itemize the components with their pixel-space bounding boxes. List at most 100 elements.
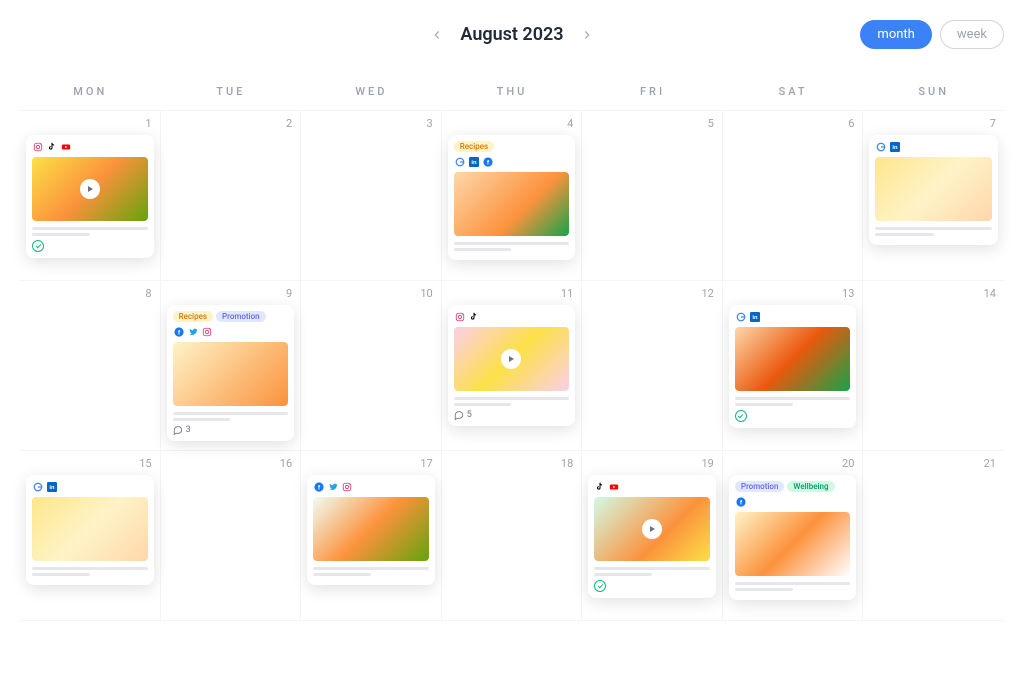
calendar-cell[interactable]: 11 5 — [442, 281, 583, 451]
youtube-icon — [608, 481, 620, 493]
calendar-cell[interactable]: 13in — [723, 281, 864, 451]
text-placeholder — [875, 227, 992, 236]
post-thumbnail — [454, 172, 570, 236]
calendar-cell[interactable]: 12 — [582, 281, 723, 451]
date-number: 4 — [567, 117, 573, 130]
calendar-cell[interactable]: 4 Recipes inf — [442, 111, 583, 281]
google-icon — [735, 311, 747, 323]
post-thumbnail — [32, 497, 148, 561]
calendar-cell[interactable]: 18 — [442, 451, 583, 621]
date-number: 6 — [848, 117, 854, 130]
date-number: 11 — [561, 287, 573, 300]
tiktok-icon — [46, 141, 58, 153]
calendar-cell[interactable]: 3 — [301, 111, 442, 281]
approved-icon — [735, 410, 747, 422]
facebook-icon: f — [735, 496, 747, 508]
svg-text:in: in — [471, 160, 477, 166]
date-number: 19 — [701, 457, 713, 470]
linkedin-icon: in — [889, 141, 901, 153]
day-sun: SUN — [863, 85, 1004, 98]
date-number: 9 — [286, 287, 292, 300]
date-number: 1 — [145, 117, 151, 130]
calendar-cell[interactable]: 9 RecipesPromotion f 3 — [161, 281, 302, 451]
calendar-cell[interactable]: 19 — [582, 451, 723, 621]
instagram-icon — [341, 481, 353, 493]
post-card[interactable]: in — [26, 475, 154, 585]
text-placeholder — [594, 567, 710, 576]
calendar-cell[interactable]: 1 — [20, 111, 161, 281]
post-thumbnail — [594, 497, 710, 561]
post-thumbnail — [875, 157, 992, 221]
calendar-cell[interactable]: 14 — [863, 281, 1004, 451]
calendar-cell[interactable]: 5 — [582, 111, 723, 281]
calendar-cell[interactable]: 16 — [161, 451, 302, 621]
facebook-icon: f — [173, 326, 185, 338]
date-number: 21 — [984, 457, 996, 470]
calendar-cell[interactable]: 17 f — [301, 451, 442, 621]
date-number: 17 — [420, 457, 432, 470]
instagram-icon — [454, 311, 466, 323]
date-number: 5 — [708, 117, 714, 130]
post-card[interactable]: Recipes inf — [448, 135, 576, 260]
tag-recipes: Recipes — [173, 311, 213, 322]
day-tue: TUE — [161, 85, 302, 98]
post-card[interactable]: 5 — [448, 305, 576, 426]
svg-text:in: in — [49, 485, 55, 491]
date-number: 3 — [427, 117, 433, 130]
post-card[interactable]: in — [729, 305, 857, 428]
google-icon — [454, 156, 466, 168]
month-view-button[interactable]: month — [860, 20, 931, 49]
calendar-cell[interactable]: 6 — [723, 111, 864, 281]
post-thumbnail — [313, 497, 429, 561]
date-number: 18 — [561, 457, 573, 470]
text-placeholder — [32, 227, 148, 236]
month-title: August 2023 — [460, 24, 563, 45]
post-thumbnail — [173, 342, 289, 406]
calendar-cell[interactable]: 7in — [863, 111, 1004, 281]
post-card[interactable]: PromotionWellbeingf — [729, 475, 857, 600]
days-header: MON TUE WED THU FRI SAT SUN — [20, 85, 1004, 98]
post-thumbnail — [454, 327, 570, 391]
calendar-cell[interactable]: 8 — [20, 281, 161, 451]
text-placeholder — [735, 582, 851, 591]
calendar-cell[interactable]: 10 — [301, 281, 442, 451]
tiktok-icon — [468, 311, 480, 323]
post-card[interactable]: in — [869, 135, 998, 245]
tiktok-icon — [594, 481, 606, 493]
facebook-icon: f — [482, 156, 494, 168]
date-number: 14 — [984, 287, 996, 300]
instagram-icon — [201, 326, 213, 338]
calendar-cell[interactable]: 20 PromotionWellbeingf — [723, 451, 864, 621]
comment-count: 5 — [454, 410, 570, 420]
tag-recipes: Recipes — [454, 141, 494, 152]
svg-text:in: in — [893, 145, 899, 151]
date-number: 20 — [842, 457, 854, 470]
post-card[interactable] — [26, 135, 154, 258]
next-month-button[interactable] — [578, 26, 596, 44]
post-card[interactable] — [588, 475, 716, 598]
linkedin-icon: in — [468, 156, 480, 168]
approved-icon — [32, 240, 44, 252]
post-thumbnail — [32, 157, 148, 221]
linkedin-icon: in — [46, 481, 58, 493]
text-placeholder — [313, 567, 429, 576]
calendar-cell[interactable]: 21 — [863, 451, 1004, 621]
calendar-app: August 2023 month week MON TUE WED THU F… — [0, 0, 1024, 685]
linkedin-icon: in — [749, 311, 761, 323]
post-card[interactable]: RecipesPromotion f 3 — [167, 305, 295, 441]
twitter-icon — [187, 326, 199, 338]
post-card[interactable]: f — [307, 475, 435, 585]
calendar-cell[interactable]: 15in — [20, 451, 161, 621]
google-icon — [32, 481, 44, 493]
date-number: 8 — [145, 287, 151, 300]
day-wed: WED — [301, 85, 442, 98]
calendar-cell[interactable]: 2 — [161, 111, 302, 281]
twitter-icon — [327, 481, 339, 493]
text-placeholder — [454, 242, 570, 251]
tag-promotion: Promotion — [216, 311, 266, 322]
comment-count: 3 — [173, 425, 289, 435]
day-mon: MON — [20, 85, 161, 98]
prev-month-button[interactable] — [428, 26, 446, 44]
week-view-button[interactable]: week — [940, 20, 1004, 49]
header: August 2023 month week — [20, 24, 1004, 45]
